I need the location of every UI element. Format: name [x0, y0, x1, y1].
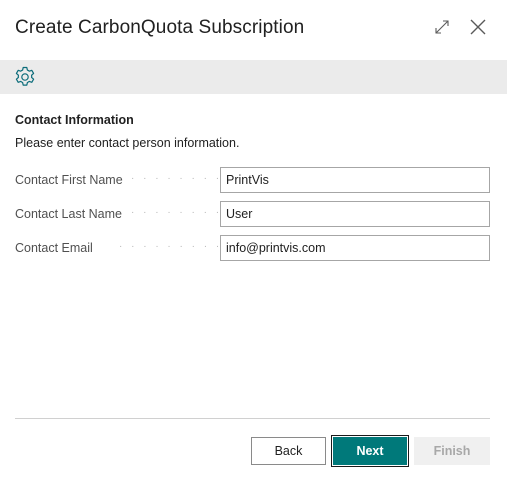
leader-dots: · · · · · · · · · · · · · · ·: [131, 173, 227, 184]
section-description: Please enter contact person information.: [15, 136, 240, 150]
first-name-input[interactable]: [220, 167, 490, 193]
first-name-label: Contact First Name: [15, 173, 123, 187]
wizard-dialog: Create CarbonQuota Subscription Contact …: [0, 0, 507, 483]
dialog-title: Create CarbonQuota Subscription: [15, 17, 305, 38]
action-toolbar: [0, 60, 507, 94]
close-icon[interactable]: [467, 16, 489, 38]
first-name-row: Contact First Name · · · · · · · · · · ·…: [15, 167, 490, 193]
expand-icon[interactable]: [431, 16, 453, 38]
leader-dots: · · · · · · · · · · · · · · ·: [131, 207, 227, 218]
next-button[interactable]: Next: [331, 435, 409, 467]
title-actions: [431, 16, 489, 38]
leader-dots: · · · · · · · · · · · · · · · · ·: [119, 241, 227, 252]
last-name-input[interactable]: [220, 201, 490, 227]
last-name-row: Contact Last Name · · · · · · · · · · · …: [15, 201, 490, 227]
email-row: Contact Email · · · · · · · · · · · · · …: [15, 235, 490, 261]
gear-icon[interactable]: [13, 65, 37, 89]
back-button[interactable]: Back: [251, 437, 326, 465]
email-input[interactable]: [220, 235, 490, 261]
last-name-label: Contact Last Name: [15, 207, 122, 221]
section-title: Contact Information: [15, 113, 134, 127]
footer-divider: [15, 418, 490, 419]
email-label: Contact Email: [15, 241, 93, 255]
finish-button[interactable]: Finish: [414, 437, 490, 465]
